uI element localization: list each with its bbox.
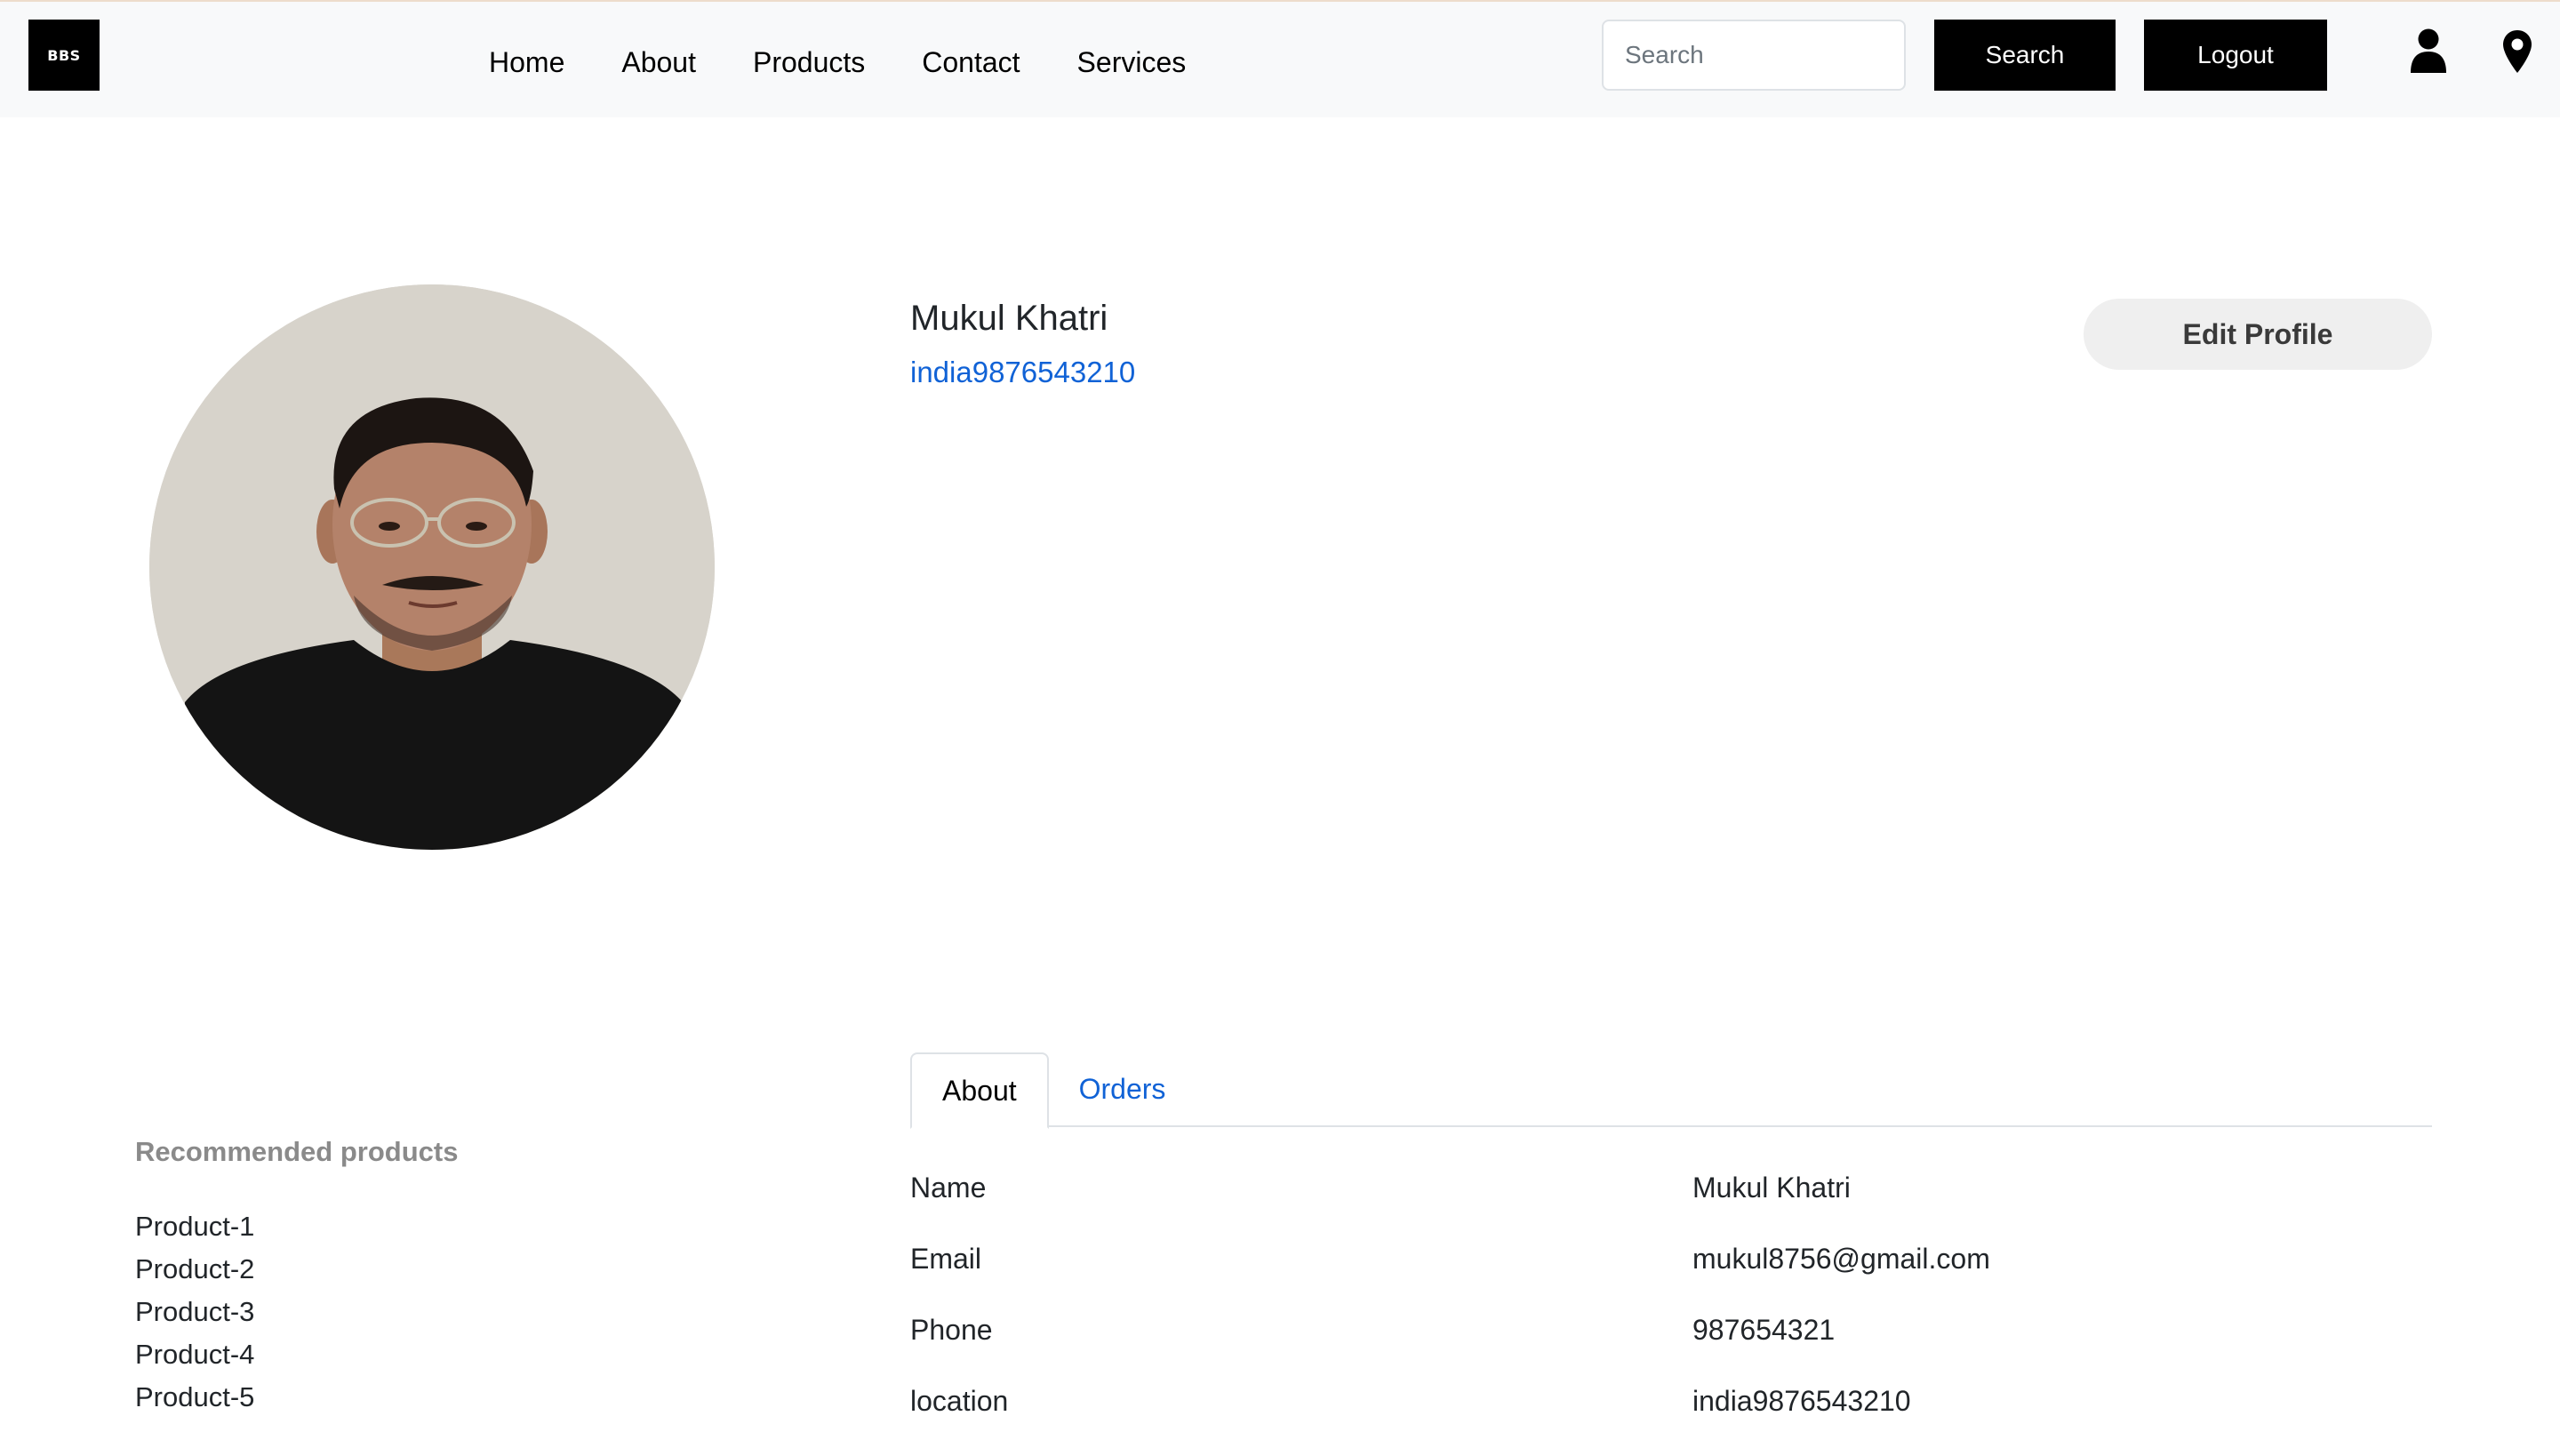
nav-link-products[interactable]: Products	[753, 41, 865, 84]
tab-about[interactable]: About	[910, 1052, 1049, 1129]
detail-value: india9876543210	[1692, 1385, 1911, 1417]
user-icon[interactable]	[2409, 28, 2448, 73]
table-row: location india9876543210	[910, 1385, 2432, 1456]
list-item[interactable]: Product-1	[135, 1205, 254, 1248]
profile-details: Name Mukul Khatri Email mukul8756@gmail.…	[910, 1172, 2432, 1456]
detail-label: Phone	[910, 1314, 993, 1346]
detail-value: mukul8756@gmail.com	[1692, 1243, 1990, 1275]
nav-links: Home About Products Contact Services	[489, 41, 1243, 84]
detail-value: Mukul Khatri	[1692, 1172, 1851, 1204]
nav-link-home[interactable]: Home	[489, 41, 564, 84]
avatar	[149, 284, 715, 850]
table-row: Phone 987654321	[910, 1314, 2432, 1385]
nav-link-contact[interactable]: Contact	[922, 41, 1020, 84]
location-pin-icon[interactable]	[2501, 28, 2533, 75]
detail-label: location	[910, 1385, 1009, 1417]
tab-orders[interactable]: Orders	[1049, 1052, 1196, 1127]
detail-label: Name	[910, 1172, 987, 1204]
top-navbar: BBS Home About Products Contact Services…	[0, 0, 2560, 117]
list-item[interactable]: Product-2	[135, 1248, 254, 1291]
detail-label: Email	[910, 1243, 982, 1275]
table-row: Name Mukul Khatri	[910, 1172, 2432, 1243]
logout-button[interactable]: Logout	[2144, 20, 2327, 91]
profile-photo	[149, 284, 715, 850]
recommended-products-heading: Recommended products	[135, 1136, 459, 1167]
list-item[interactable]: Product-3	[135, 1291, 254, 1333]
search-button[interactable]: Search	[1934, 20, 2116, 91]
profile-name: Mukul Khatri	[910, 299, 1108, 338]
search-input[interactable]	[1602, 20, 1906, 91]
brand-logo[interactable]: BBS	[28, 20, 100, 91]
nav-link-about[interactable]: About	[621, 41, 696, 84]
profile-tabs: About Orders	[910, 1052, 2432, 1129]
table-row: Email mukul8756@gmail.com	[910, 1243, 2432, 1314]
edit-profile-button[interactable]: Edit Profile	[2084, 299, 2432, 370]
list-item[interactable]: Product-5	[135, 1376, 254, 1419]
nav-link-services[interactable]: Services	[1077, 41, 1187, 84]
list-item[interactable]: Product-4	[135, 1333, 254, 1376]
detail-value: 987654321	[1692, 1314, 1836, 1346]
profile-location-link[interactable]: india9876543210	[910, 356, 1135, 389]
recommended-products-list: Product-1 Product-2 Product-3 Product-4 …	[135, 1205, 254, 1419]
